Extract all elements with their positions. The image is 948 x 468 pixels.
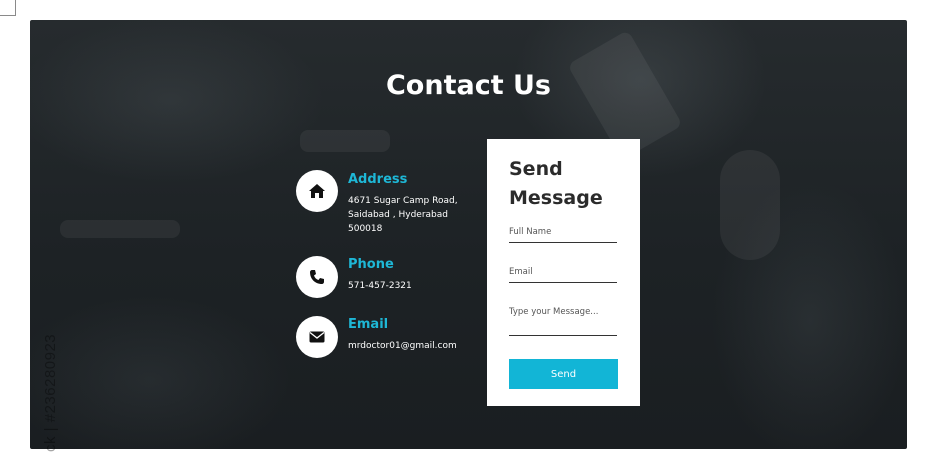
address-icon-circle bbox=[296, 170, 338, 212]
contact-section: Contact Us Address 4671 Sugar Camp Road,… bbox=[30, 20, 907, 449]
phone-heading: Phone bbox=[348, 257, 394, 272]
home-icon bbox=[309, 184, 325, 198]
envelope-icon bbox=[309, 331, 325, 343]
address-heading: Address bbox=[348, 172, 408, 187]
form-title: Send Message bbox=[509, 158, 603, 209]
background-blur-shape bbox=[60, 220, 180, 238]
phone-icon-circle bbox=[296, 256, 338, 298]
email-text: mrdoctor01@gmail.com bbox=[348, 341, 457, 351]
background-blur-shape bbox=[300, 130, 390, 152]
phone-text: 571-457-2321 bbox=[348, 281, 412, 291]
address-text: 4671 Sugar Camp Road, Saidabad , Hyderab… bbox=[348, 196, 458, 234]
full-name-input[interactable] bbox=[509, 227, 617, 243]
email-heading: Email bbox=[348, 317, 389, 332]
email-icon-circle bbox=[296, 316, 338, 358]
page-title: Contact Us bbox=[385, 70, 552, 101]
background-blur-shape bbox=[720, 150, 780, 260]
phone-icon bbox=[310, 270, 324, 284]
email-input[interactable] bbox=[509, 267, 617, 283]
send-message-card: Send Message Send bbox=[487, 139, 640, 406]
send-button[interactable]: Send bbox=[509, 359, 618, 389]
message-input[interactable] bbox=[509, 307, 617, 336]
corner-frame bbox=[0, 0, 16, 16]
watermark-text: ck | #236280923 bbox=[42, 333, 59, 452]
